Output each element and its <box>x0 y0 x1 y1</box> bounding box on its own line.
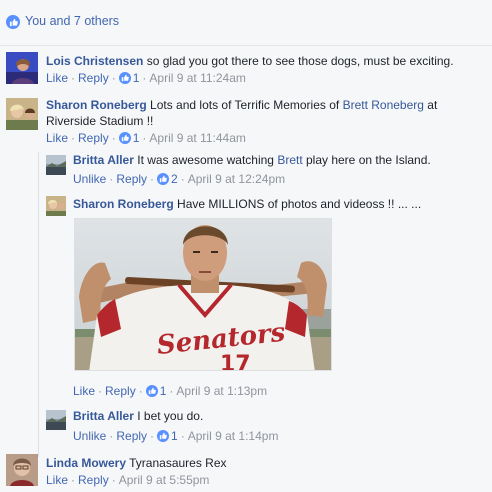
comment-text: Tyranasaures Rex <box>129 456 227 470</box>
reply-link[interactable]: Reply <box>116 172 147 186</box>
separator: · <box>111 71 116 85</box>
like-link[interactable]: Like <box>46 473 68 487</box>
separator: · <box>71 473 76 487</box>
comment-author[interactable]: Sharon Roneberg <box>46 98 147 112</box>
like-link[interactable]: Like <box>46 71 68 85</box>
timestamp[interactable]: April 9 at 11:24am <box>149 71 246 85</box>
avatar[interactable] <box>46 410 66 430</box>
like-count-icon <box>157 173 170 185</box>
attached-photo[interactable]: Senators 17 <box>74 218 332 371</box>
avatar[interactable] <box>6 98 38 130</box>
reply-link[interactable]: Reply <box>78 131 109 145</box>
separator: · <box>138 384 143 398</box>
reply-comment: Britta Aller I bet you do. Unlike · Reply ·… <box>0 406 492 450</box>
comment-text: Lots and lots of Terrific Memories of <box>150 98 343 112</box>
separator: · <box>98 384 103 398</box>
comment-text: Have MILLIONS of photos and videoss !! .… <box>177 197 422 211</box>
separator: · <box>71 131 76 145</box>
comment-text: Riverside Stadium !! <box>46 114 154 128</box>
comment-author[interactable]: Britta Aller <box>73 409 134 423</box>
separator: · <box>180 172 185 186</box>
avatar[interactable] <box>46 196 66 216</box>
like-link[interactable]: Like <box>46 131 68 145</box>
like-count-icon <box>118 72 131 84</box>
comment-text: It was awesome watching <box>137 153 278 167</box>
timestamp[interactable]: April 9 at 1:13pm <box>176 384 267 398</box>
separator: · <box>180 429 185 443</box>
like-count-icon <box>118 132 131 144</box>
separator: · <box>142 71 147 85</box>
separator: · <box>109 429 114 443</box>
comment-text: at <box>423 98 438 112</box>
separator: · <box>150 429 155 443</box>
avatar[interactable] <box>6 454 38 486</box>
reply-link[interactable]: Reply <box>78 71 109 85</box>
separator: · <box>111 473 116 487</box>
comment-author[interactable]: Sharon Roneberg <box>73 197 174 211</box>
comment-author[interactable]: Lois Christensen <box>46 54 143 68</box>
timestamp[interactable]: April 9 at 12:24pm <box>188 172 285 186</box>
like-count[interactable]: 1 <box>133 131 140 145</box>
comment-text: I bet you do. <box>137 409 204 423</box>
timestamp[interactable]: April 9 at 5:55pm <box>119 473 210 487</box>
avatar[interactable] <box>6 52 38 84</box>
reply-link[interactable]: Reply <box>105 384 136 398</box>
reply-comment: Britta Aller It was awesome watching Bre… <box>0 150 492 192</box>
comment-text: play here on the Island. <box>302 153 431 167</box>
comment-author[interactable]: Linda Mowery <box>46 456 126 470</box>
avatar[interactable] <box>46 155 66 175</box>
comment-text: so glad you got there to see those dogs,… <box>146 54 454 68</box>
like-count[interactable]: 1 <box>133 71 140 85</box>
separator: · <box>111 131 116 145</box>
like-count-icon <box>157 430 170 442</box>
like-count[interactable]: 2 <box>171 172 178 186</box>
unlike-link[interactable]: Unlike <box>73 429 106 443</box>
comment: Lois Christensen so glad you got there t… <box>0 46 492 92</box>
comment: Sharon Roneberg Lots and lots of Terrifi… <box>0 92 492 150</box>
like-count-icon <box>145 385 158 397</box>
separator: · <box>150 172 155 186</box>
like-link[interactable]: Like <box>73 384 95 398</box>
like-count[interactable]: 1 <box>160 384 167 398</box>
timestamp[interactable]: April 9 at 11:44am <box>149 131 246 145</box>
separator: · <box>71 71 76 85</box>
separator: · <box>142 131 147 145</box>
reply-link[interactable]: Reply <box>116 429 147 443</box>
like-count[interactable]: 1 <box>171 429 178 443</box>
reactions-summary[interactable]: You and 7 others <box>25 14 119 28</box>
jersey-number: 17 <box>220 352 251 371</box>
comment-author[interactable]: Britta Aller <box>73 153 134 167</box>
unlike-link[interactable]: Unlike <box>73 172 106 186</box>
reactions-bar: You and 7 others <box>0 0 492 46</box>
comment: Linda Mowery Tyranasaures Rex Like · Reply… <box>0 452 492 492</box>
tagged-user-link[interactable]: Brett Roneberg <box>343 98 424 112</box>
tagged-user-link[interactable]: Brett <box>277 153 302 167</box>
timestamp[interactable]: April 9 at 1:14pm <box>188 429 279 443</box>
separator: · <box>109 172 114 186</box>
reply-link[interactable]: Reply <box>78 473 109 487</box>
like-icon <box>6 15 20 29</box>
separator: · <box>169 384 174 398</box>
